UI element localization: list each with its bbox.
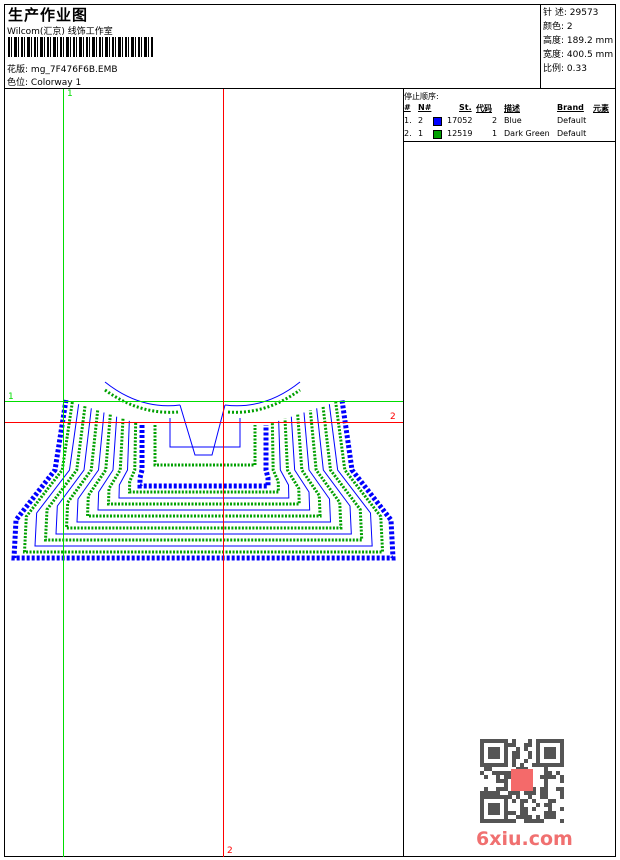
stamp-logo bbox=[511, 769, 533, 791]
green-guide-label-left: 1 bbox=[8, 392, 14, 402]
green-guide-label-top: 1 bbox=[67, 89, 73, 99]
blue-stitch-row bbox=[97, 416, 311, 511]
watermark-logo: 6xiu.com bbox=[476, 828, 573, 850]
blue-stitch-row bbox=[34, 404, 373, 547]
red-guide-label-bottom: 2 bbox=[227, 846, 233, 856]
neckline-stitch bbox=[104, 381, 181, 407]
red-guide-label-right: 2 bbox=[390, 412, 396, 422]
design-preview bbox=[5, 89, 403, 857]
green-stitch-row bbox=[43, 406, 364, 542]
neckline-stitch bbox=[224, 381, 301, 407]
